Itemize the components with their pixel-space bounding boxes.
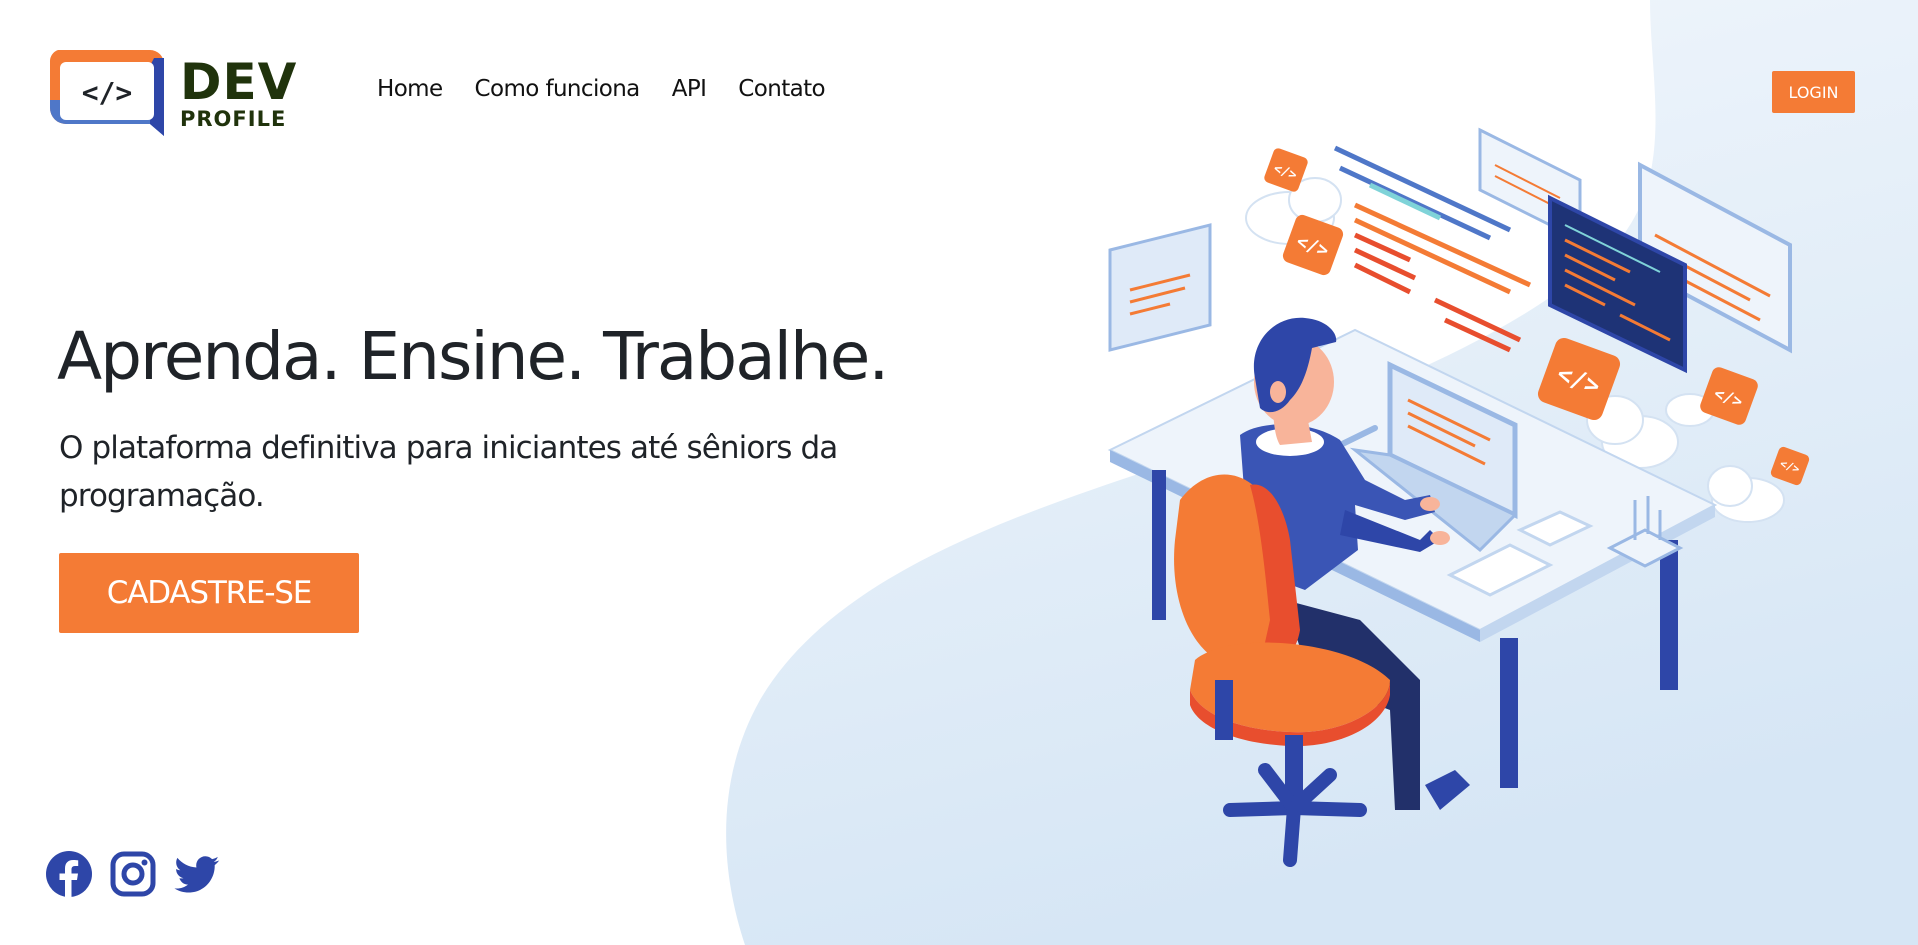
social-links	[46, 851, 220, 897]
hero-title: Aprenda. Ensine. Trabalhe.	[57, 318, 889, 395]
brand-logo[interactable]: </> DEV PROFILE	[46, 50, 298, 136]
nav-home-link[interactable]: Home	[377, 76, 443, 102]
logo-code-glyph: </>	[82, 76, 133, 109]
login-button[interactable]: LOGIN	[1772, 71, 1855, 113]
code-bracket-logo-icon: </>	[49, 50, 165, 136]
nav-contato-link[interactable]: Contato	[738, 76, 825, 102]
hero-subtitle: O plataforma definitiva para iniciantes …	[59, 430, 838, 514]
brand-name-bottom: PROFILE	[180, 106, 287, 131]
signup-button[interactable]: CADASTRE-SE	[59, 553, 359, 633]
facebook-icon	[46, 851, 92, 897]
facebook-link[interactable]	[46, 851, 92, 897]
instagram-link[interactable]	[110, 851, 156, 897]
instagram-icon	[110, 851, 156, 897]
nav-como-funciona-link[interactable]: Como funciona	[475, 76, 641, 102]
floating-screen	[1108, 127, 1792, 354]
twitter-icon	[174, 856, 220, 893]
main-nav: Home Como funciona API Contato	[377, 76, 826, 102]
brand-name-top: DEV	[180, 52, 298, 111]
developer-illustration: </> </> </> </> </>	[1107, 127, 1810, 867]
nav-api-link[interactable]: API	[672, 76, 707, 102]
twitter-link[interactable]	[174, 851, 220, 897]
